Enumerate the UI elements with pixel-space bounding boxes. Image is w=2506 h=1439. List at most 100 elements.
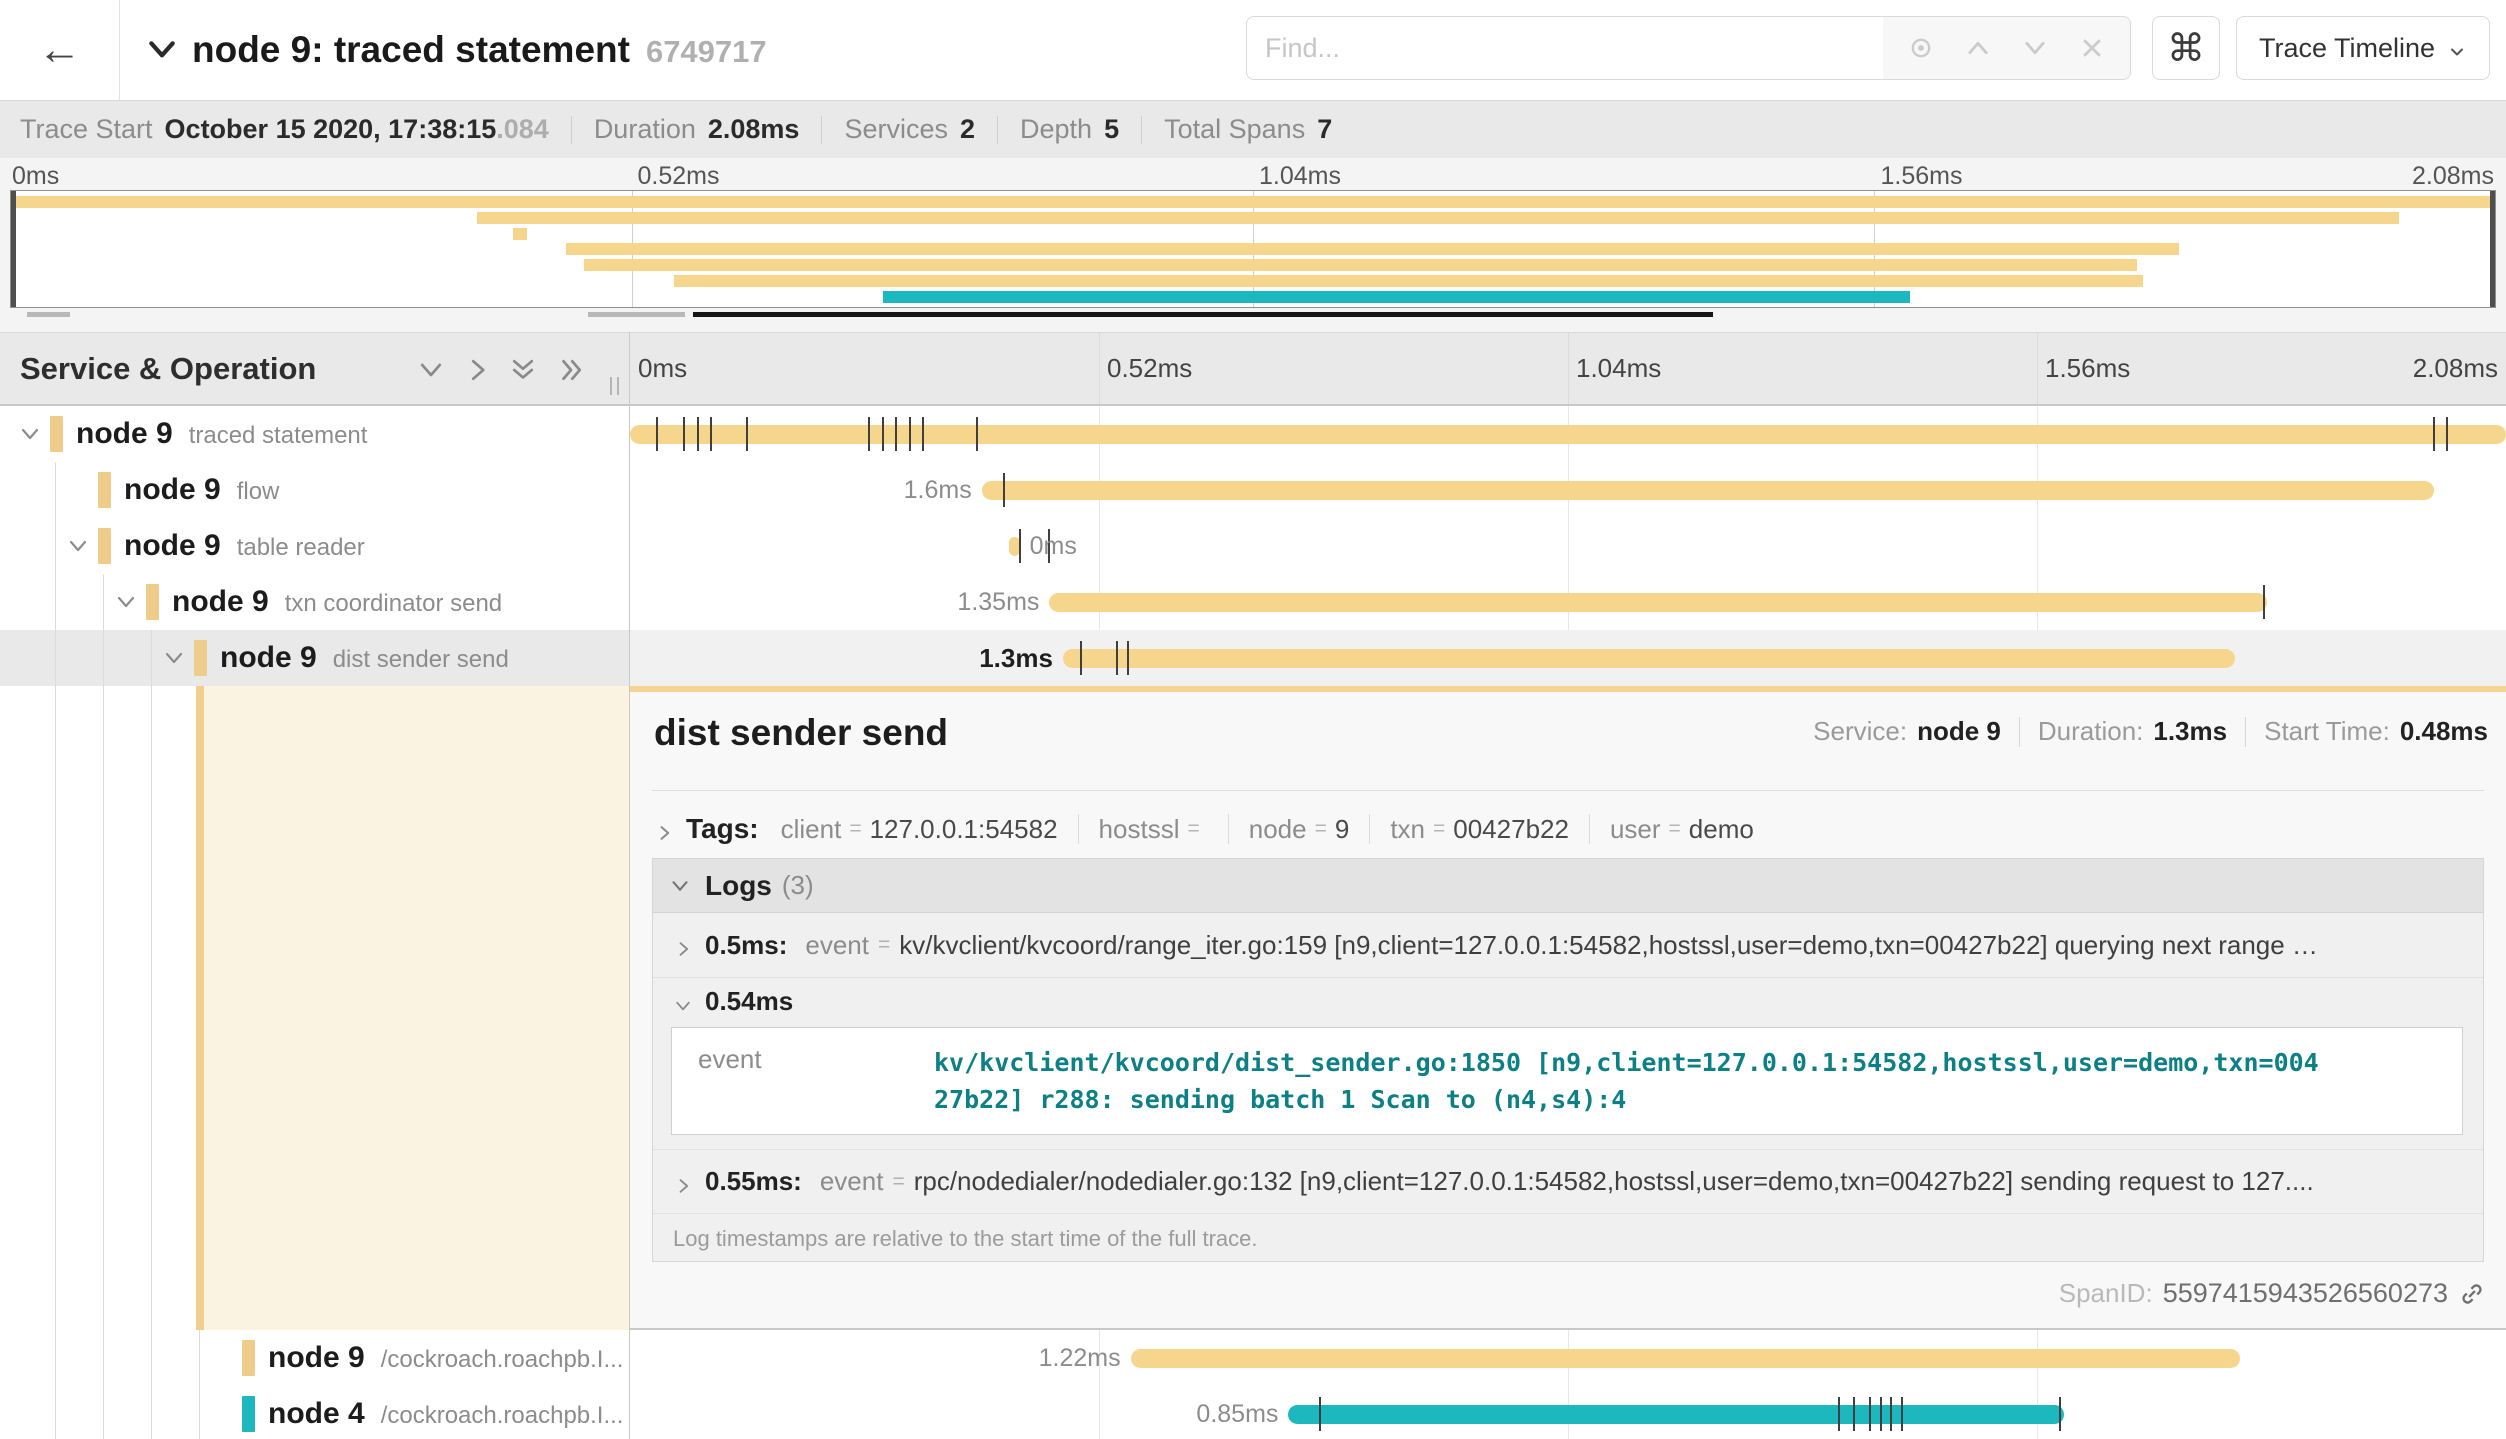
collapse-one-chevron-down-icon[interactable] (416, 355, 446, 385)
span-grid-header: Service & Operation 0ms0.52ms1.04ms1.56m… (0, 332, 2506, 406)
tree-indent-guide (103, 1386, 104, 1439)
divider (997, 116, 998, 144)
span-tree-row[interactable]: node 9/cockroach.roachpb.I... (0, 1330, 629, 1386)
column-resize-grip[interactable] (610, 377, 619, 395)
tag-item: hostssl= (1099, 814, 1208, 845)
log-entry-row[interactable]: 0.5ms:event=kv/kvclient/kvcoord/range_it… (653, 913, 2483, 977)
span-timeline-row[interactable] (630, 406, 2506, 462)
ruler-gridline (1099, 333, 1100, 404)
span-link-icon[interactable] (2458, 1280, 2486, 1308)
span-service-name: node 9 (76, 417, 173, 450)
span-collapse-chevron-icon[interactable] (18, 422, 42, 446)
expand-all-double-chevron-right-icon[interactable] (556, 355, 586, 385)
span-tree-row[interactable]: node 9dist sender send (0, 630, 629, 686)
log-entry-row[interactable]: 0.55ms:event=rpc/nodedialer/nodedialer.g… (653, 1149, 2483, 1213)
view-selector-button[interactable]: Trace Timeline (2236, 16, 2490, 80)
minimap-tick-label: 0.52ms (638, 162, 720, 191)
expand-one-chevron-right-icon[interactable] (462, 355, 492, 385)
tag-key: client (781, 814, 842, 845)
column-divider[interactable] (629, 332, 630, 1439)
collapse-all-double-chevron-down-icon[interactable] (508, 355, 538, 385)
span-timeline-row[interactable]: 0ms (630, 518, 2506, 574)
span-timeline-row[interactable]: 0.85ms (630, 1386, 2506, 1439)
span-operation-name: /cockroach.roachpb.I... (381, 1346, 624, 1373)
minimap-right-scrubber-handle[interactable] (2490, 191, 2495, 307)
chevron-down-icon (2447, 38, 2467, 58)
find-controls (1883, 16, 2131, 80)
ruler-gridline (2037, 333, 2038, 404)
find-next-chevron-down-icon[interactable] (2021, 34, 2049, 62)
span-operation-name: traced statement (189, 422, 368, 449)
duration-value: 2.08ms (708, 114, 800, 145)
keyboard-shortcuts-button[interactable]: ⌘ (2152, 16, 2220, 80)
page-title: node 9: traced statement6749717 (192, 0, 767, 100)
span-collapse-chevron-icon[interactable] (66, 534, 90, 558)
logs-count: (3) (782, 870, 814, 901)
tree-indent-guide (55, 518, 56, 574)
trace-start-value: October 15 2020, 17:38:15 (165, 114, 497, 145)
minimap-scroll-segment (27, 312, 69, 317)
tree-indent-guide (103, 1330, 104, 1386)
minimap-left-scrubber-handle[interactable] (11, 191, 16, 307)
tag-item: txn=00427b22 (1390, 814, 1569, 845)
log-marker-tick (868, 417, 870, 451)
divider (1078, 814, 1079, 844)
divider (2019, 717, 2020, 747)
find-input[interactable] (1246, 16, 1884, 80)
span-collapse-chevron-icon[interactable] (162, 646, 186, 670)
tree-indent-guide (55, 1386, 56, 1439)
log-entry-expanded-header[interactable]: 0.54ms (653, 977, 2483, 1025)
divider (652, 790, 2484, 791)
start-time-label: Start Time: (2264, 716, 2390, 747)
back-button[interactable]: ← (0, 0, 120, 100)
span-tree-row[interactable]: node 9table reader (0, 518, 629, 574)
span-duration-label: 0ms (1030, 518, 1077, 574)
find-clear-x-icon[interactable] (2078, 34, 2106, 62)
span-tree-row[interactable]: node 9txn coordinator send (0, 574, 629, 630)
span-timeline-row[interactable]: 1.6ms (630, 462, 2506, 518)
divider (1589, 814, 1590, 844)
collapse-trace-chevron-icon[interactable] (142, 34, 182, 66)
span-tree-row[interactable]: node 4/cockroach.roachpb.I... (0, 1386, 629, 1439)
span-timeline-row[interactable]: 1.3ms (630, 630, 2506, 686)
span-collapse-chevron-icon[interactable] (114, 590, 138, 614)
find-prev-chevron-up-icon[interactable] (1964, 34, 1992, 62)
log-marker-tick (746, 417, 748, 451)
span-timeline-row[interactable]: 1.35ms (630, 574, 2506, 630)
span-color-swatch (242, 1340, 255, 1376)
logs-header[interactable]: Logs (3) (653, 859, 2483, 913)
divider (821, 116, 822, 144)
trace-title-text: node 9: traced statement (192, 29, 630, 70)
tag-key: txn (1390, 814, 1425, 845)
log-marker-tick (1019, 529, 1021, 563)
span-tree-row[interactable]: node 9 traced statement (0, 406, 629, 462)
detail-filler-background (204, 686, 629, 1330)
span-operation-name: flow (237, 478, 280, 505)
find-match-target-icon[interactable] (1907, 34, 1935, 62)
minimap-span-bar (477, 212, 2400, 224)
minimap-span-bar (11, 196, 2495, 208)
span-duration-bar[interactable] (1131, 1349, 2240, 1368)
log-equals: = (878, 933, 890, 957)
log-marker-tick (1003, 473, 1005, 507)
span-duration-bar[interactable] (1288, 1405, 2064, 1424)
span-duration-label: 1.3ms (979, 630, 1053, 686)
minimap-canvas[interactable] (10, 190, 2496, 308)
span-duration-bar[interactable] (982, 481, 2434, 500)
span-service-name: node 9 (124, 529, 221, 562)
tree-indent-guide (55, 574, 56, 630)
ruler-tick-label: 1.56ms (2045, 333, 2130, 404)
span-color-swatch (98, 528, 111, 564)
span-service-operation: node 4/cockroach.roachpb.I... (268, 1386, 623, 1439)
span-duration-bar[interactable] (630, 425, 2506, 444)
span-timeline-row[interactable]: 1.22ms (630, 1330, 2506, 1386)
span-duration-bar[interactable] (1063, 649, 2236, 668)
log-equals: = (892, 1170, 904, 1194)
tags-row[interactable]: Tags: client=127.0.0.1:54582hostssl=node… (654, 806, 1754, 852)
chevron-right-icon (673, 1172, 693, 1192)
span-detail-title: dist sender send (654, 712, 948, 754)
divider (1369, 814, 1370, 844)
span-tree-row[interactable]: node 9flow (0, 462, 629, 518)
logs-body: 0.5ms:event=kv/kvclient/kvcoord/range_it… (653, 913, 2483, 1213)
span-duration-bar[interactable] (1049, 593, 2267, 612)
